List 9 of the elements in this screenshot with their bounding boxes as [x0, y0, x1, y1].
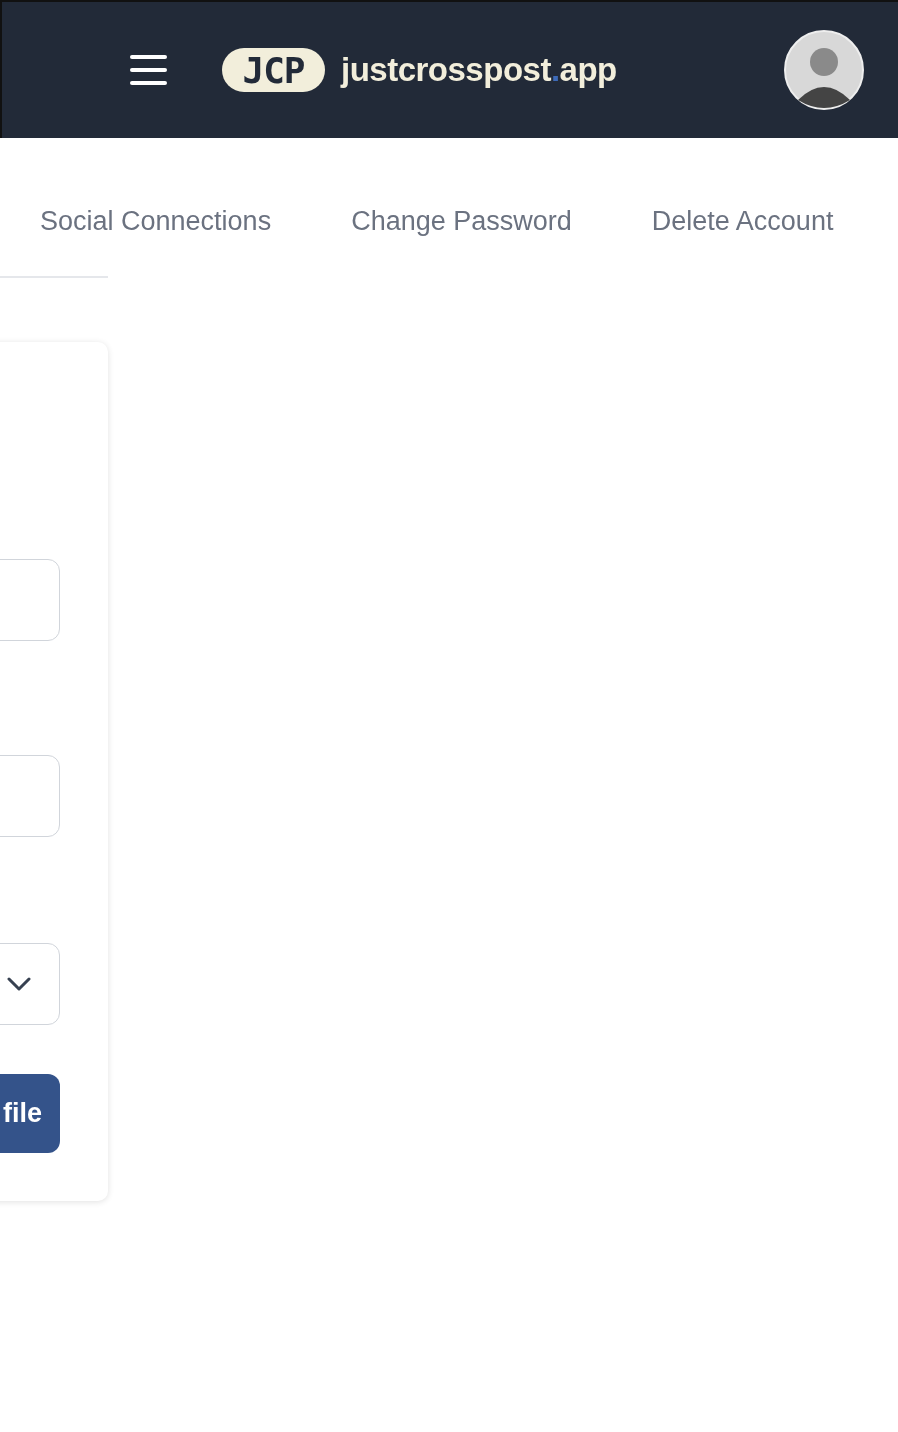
menu-icon[interactable] [130, 55, 168, 85]
tab[interactable]: Social Connections [40, 206, 272, 246]
submit-button[interactable]: file [0, 1074, 60, 1153]
logo-badge[interactable]: JCP [222, 48, 325, 92]
brand-name[interactable]: justcrosspost.app [341, 51, 617, 89]
chevron-down-icon [7, 977, 31, 991]
tab[interactable]: Change Password [351, 206, 572, 246]
avatar-icon[interactable] [784, 30, 864, 110]
tab[interactable]: Delete Account [651, 206, 834, 246]
